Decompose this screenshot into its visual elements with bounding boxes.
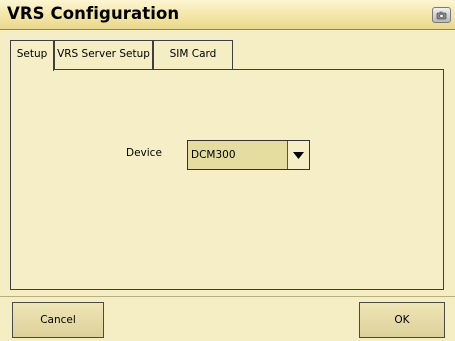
cancel-button[interactable]: Cancel [12,302,104,338]
title-bar: VRS Configuration [0,0,455,30]
tab-setup[interactable]: Setup [10,40,54,71]
footer-divider [0,296,455,297]
setup-panel [10,69,444,290]
window-title: VRS Configuration [7,4,180,23]
device-label: Device [126,147,162,159]
chevron-down-icon[interactable] [287,141,309,169]
tab-vrs-server-setup[interactable]: VRS Server Setup [54,40,153,70]
device-select-value: DCM300 [191,149,236,161]
camera-icon[interactable] [432,7,451,23]
tab-sim-card-setup[interactable]: SIM Card Setup [153,40,233,87]
ok-button[interactable]: OK [359,302,445,338]
device-select[interactable]: DCM300 [187,140,310,170]
